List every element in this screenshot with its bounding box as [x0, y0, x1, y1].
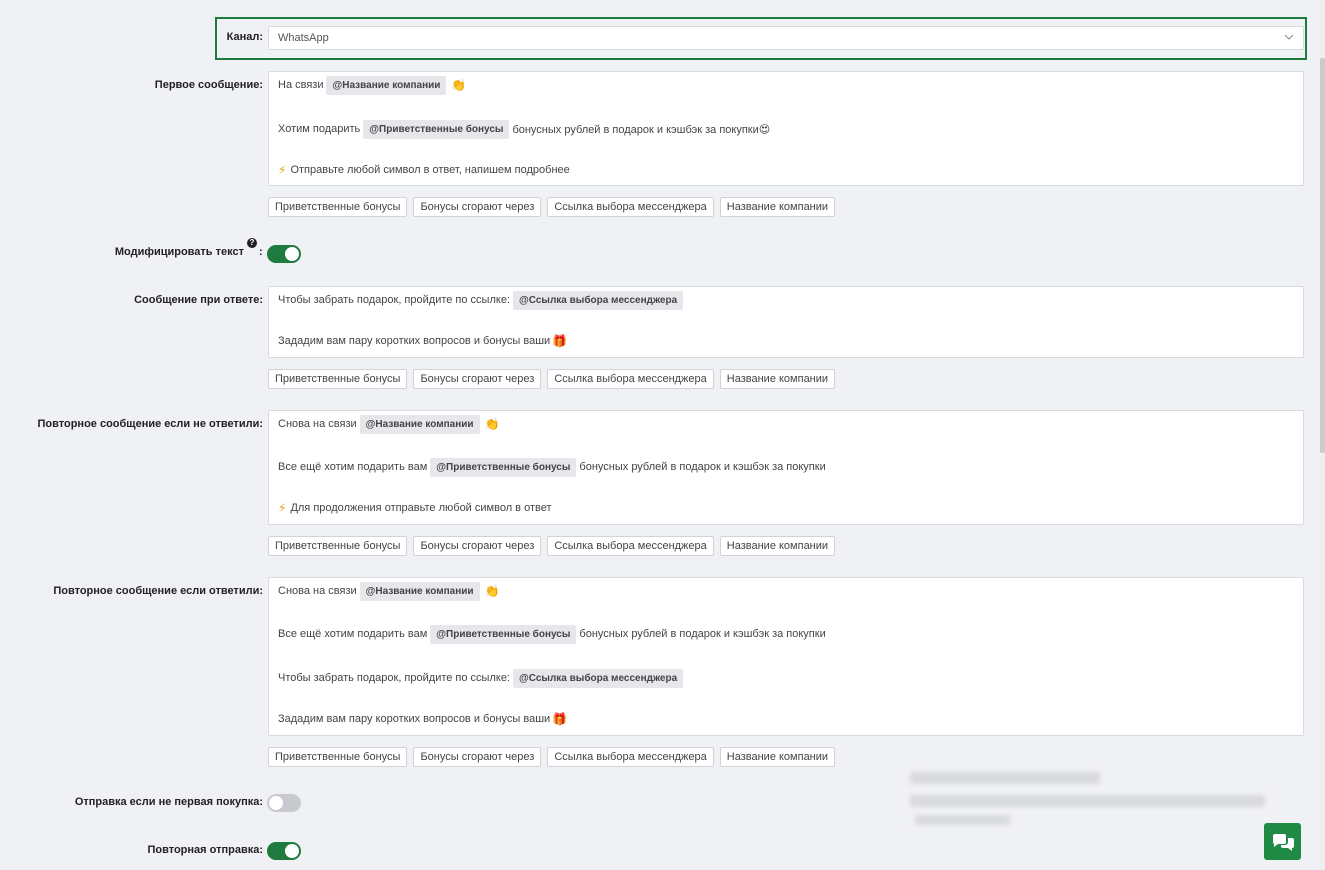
chip-welcome-bonuses[interactable]: Приветственные бонусы	[268, 369, 408, 389]
clap-emoji: 👏	[484, 417, 500, 431]
clap-emoji: 👏	[484, 584, 500, 598]
scrollbar[interactable]	[1320, 0, 1325, 870]
help-icon[interactable]: ?	[247, 238, 257, 248]
chip-bonus-expire[interactable]: Бонусы сгорают через	[413, 197, 542, 217]
channel-select[interactable]: WhatsApp	[268, 26, 1304, 50]
chip-company-name[interactable]: Название компании	[719, 197, 836, 217]
chip-bonus-expire[interactable]: Бонусы сгорают через	[413, 747, 542, 767]
variable-chips: Приветственные бонусы Бонусы сгорают чер…	[268, 197, 836, 217]
chip-welcome-bonuses[interactable]: Приветственные бонусы	[268, 197, 408, 217]
variable-tag[interactable]: @Название компании	[359, 414, 480, 434]
variable-tag[interactable]: @Ссылка выбора мессенджера	[513, 290, 684, 310]
editor-line: Чтобы забрать подарок, пройдите по ссылк…	[278, 668, 686, 688]
text: Снова на связи	[278, 418, 357, 430]
text: Снова на связи	[278, 585, 357, 597]
text: бонусных рублей в подарок и кэшбэк за по…	[579, 628, 826, 640]
channel-label: Канал:	[226, 31, 263, 43]
lightning-icon: ⚡	[278, 163, 287, 177]
editor-line: Снова на связи @Название компании 👏	[278, 581, 500, 601]
channel-select-value: WhatsApp	[278, 32, 329, 44]
text: бонусных рублей в подарок и кэшбэк за по…	[512, 123, 771, 136]
blurred-notification	[915, 815, 1010, 825]
variable-tag[interactable]: @Приветственные бонусы	[430, 457, 577, 477]
text: На связи	[278, 79, 324, 91]
text: Все ещё хотим подарить вам	[278, 628, 428, 640]
chip-welcome-bonuses[interactable]: Приветственные бонусы	[268, 536, 408, 556]
editor-line: Все ещё хотим подарить вам @Приветственн…	[278, 624, 826, 644]
scrollbar-thumb[interactable]	[1320, 58, 1325, 453]
send-not-first-toggle[interactable]	[267, 794, 301, 812]
editor-line: ⚡ Для продолжения отправьте любой символ…	[278, 498, 552, 518]
variable-tag[interactable]: @Название компании	[359, 581, 480, 601]
send-not-first-label: Отправка если не первая покупка:	[74, 796, 263, 808]
repeat-no-answer-label: Повторное сообщение если не ответили:	[37, 418, 264, 430]
blurred-notification	[910, 795, 1265, 807]
repeat-no-answer-editor[interactable]: Снова на связи @Название компании 👏 Все …	[268, 410, 1304, 525]
chip-messenger-link[interactable]: Ссылка выбора мессенджера	[547, 369, 714, 389]
chip-bonus-expire[interactable]: Бонусы сгорают через	[413, 369, 542, 389]
chat-bubbles-icon	[1272, 833, 1294, 851]
editor-line: Хотим подарить @Приветственные бонусы бо…	[278, 119, 770, 139]
gift-emoji: 🎁	[552, 712, 568, 726]
text: бонусных рублей в подарок и кэшбэк за по…	[579, 461, 826, 473]
editor-line: На связи @Название компании 👏	[278, 75, 466, 95]
chip-welcome-bonuses[interactable]: Приветственные бонусы	[268, 747, 408, 767]
editor-line: Все ещё хотим подарить вам @Приветственн…	[278, 457, 826, 477]
text: Для продолжения отправьте любой символ в…	[290, 502, 552, 514]
first-message-editor[interactable]: На связи @Название компании 👏 Хотим пода…	[268, 71, 1304, 186]
text: Зададим вам пару коротких вопросов и бон…	[278, 713, 551, 725]
reply-message-label: Сообщение при ответе:	[134, 294, 263, 306]
variable-chips: Приветственные бонусы Бонусы сгорают чер…	[268, 369, 836, 389]
colon: :	[259, 246, 263, 258]
toggle-knob	[269, 796, 283, 810]
chip-company-name[interactable]: Название компании	[719, 369, 836, 389]
blurred-notification	[910, 772, 1100, 784]
toggle-knob	[285, 844, 299, 858]
text: Чтобы забрать подарок, пройдите по ссылк…	[278, 294, 510, 306]
variable-tag[interactable]: @Название компании	[326, 75, 447, 95]
editor-line: Зададим вам пару коротких вопросов и бон…	[278, 331, 567, 351]
repeat-send-toggle[interactable]	[267, 842, 301, 860]
chip-messenger-link[interactable]: Ссылка выбора мессенджера	[547, 197, 714, 217]
variable-chips: Приветственные бонусы Бонусы сгорают чер…	[268, 747, 836, 767]
chip-company-name[interactable]: Название компании	[719, 747, 836, 767]
variable-tag[interactable]: @Ссылка выбора мессенджера	[513, 668, 684, 688]
chip-bonus-expire[interactable]: Бонусы сгорают через	[413, 536, 542, 556]
toggle-knob	[285, 247, 299, 261]
modify-text-toggle[interactable]	[267, 245, 301, 263]
variable-tag[interactable]: @Приветственные бонусы	[363, 119, 510, 139]
text: Зададим вам пару коротких вопросов и бон…	[278, 335, 551, 347]
repeat-answered-editor[interactable]: Снова на связи @Название компании 👏 Все …	[268, 577, 1304, 736]
editor-line: Зададим вам пару коротких вопросов и бон…	[278, 709, 567, 729]
first-message-label: Первое сообщение:	[154, 79, 263, 91]
text: Отправьте любой символ в ответ, напишем …	[290, 164, 570, 176]
repeat-send-label: Повторная отправка:	[147, 844, 263, 856]
chat-button[interactable]	[1264, 823, 1301, 860]
text: Чтобы забрать подарок, пройдите по ссылк…	[278, 672, 510, 684]
editor-line: Чтобы забрать подарок, пройдите по ссылк…	[278, 290, 686, 310]
chevron-down-icon	[1284, 34, 1294, 40]
editor-line: Снова на связи @Название компании 👏	[278, 414, 500, 434]
variable-tag[interactable]: @Приветственные бонусы	[430, 624, 577, 644]
chip-messenger-link[interactable]: Ссылка выбора мессенджера	[547, 536, 714, 556]
reply-message-editor[interactable]: Чтобы забрать подарок, пройдите по ссылк…	[268, 286, 1304, 358]
gift-emoji: 🎁	[552, 334, 568, 348]
variable-chips: Приветственные бонусы Бонусы сгорают чер…	[268, 536, 836, 556]
editor-line: ⚡ Отправьте любой символ в ответ, напише…	[278, 160, 570, 180]
clap-emoji: 👏	[451, 78, 467, 92]
lightning-icon: ⚡	[278, 501, 287, 515]
chip-messenger-link[interactable]: Ссылка выбора мессенджера	[547, 747, 714, 767]
modify-text-label: Модифицировать текст	[114, 246, 244, 258]
text: Хотим подарить	[278, 123, 361, 135]
text: Все ещё хотим подарить вам	[278, 461, 428, 473]
chip-company-name[interactable]: Название компании	[719, 536, 836, 556]
repeat-answered-label: Повторное сообщение если ответили:	[53, 585, 263, 597]
